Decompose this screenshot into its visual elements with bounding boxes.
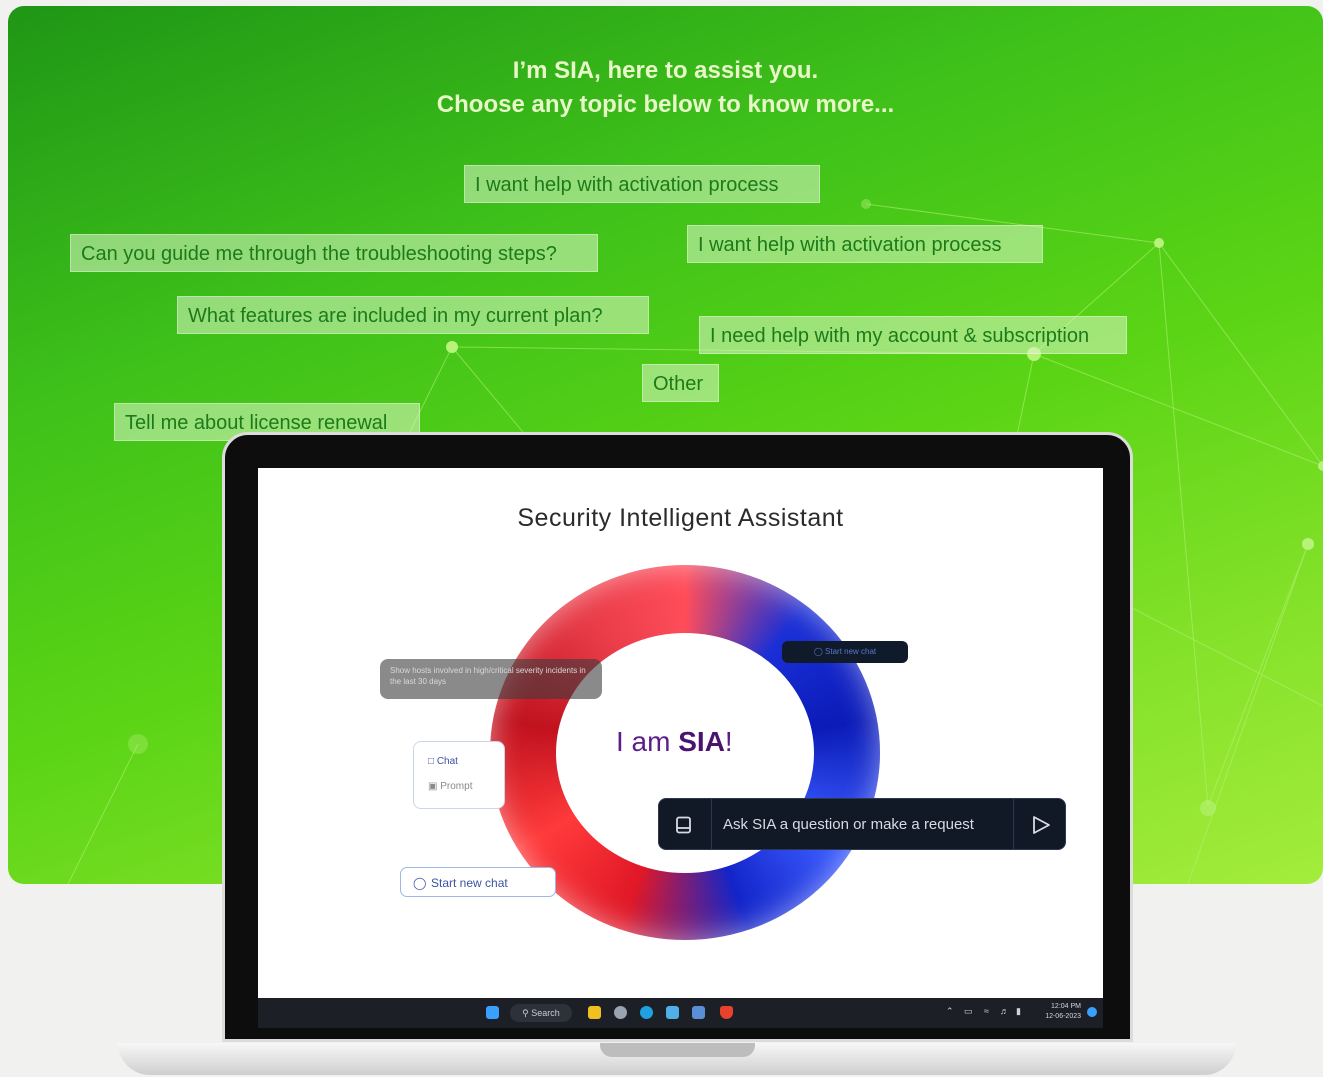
settings-icon[interactable]	[614, 1006, 627, 1019]
hero-title-line1: I’m SIA, here to assist you.	[512, 57, 819, 84]
volume-icon[interactable]: ♬	[1000, 1006, 1009, 1016]
divider	[1013, 799, 1014, 849]
taskbar-clock[interactable]: 12:04 PM 12-06-2023	[1045, 1002, 1081, 1022]
ask-input-placeholder[interactable]: Ask SIA a question or make a request	[723, 799, 974, 851]
side-item-prompt[interactable]: ▣ Prompt	[428, 781, 472, 792]
clock-time: 12:04 PM	[1051, 1003, 1081, 1010]
windows-start-icon[interactable]	[486, 1006, 499, 1019]
windows-taskbar: ⚲ Search ⌃ ▭ ≈ ♬ ▮ 12:04 PM 12-06-2023	[258, 998, 1103, 1028]
greeting-suffix: !	[724, 726, 733, 757]
tray-display-icon[interactable]: ▭	[964, 1006, 973, 1017]
tray-chevron-icon[interactable]: ⌃	[946, 1006, 954, 1017]
laptop-screen: Security Intelligent Assistant Show host…	[258, 468, 1103, 1028]
sia-greeting: I am SIA!	[616, 726, 733, 758]
topic-chip-account-subscription[interactable]: I need help with my account & subscripti…	[699, 316, 1127, 354]
prompt-icon: ▣	[428, 781, 438, 792]
brave-browser-icon[interactable]	[720, 1006, 733, 1019]
clock-date: 12-06-2023	[1045, 1013, 1081, 1020]
hero-title-line2: Choose any topic below to know more...	[436, 91, 895, 118]
start-new-chat-label: Start new chat	[431, 876, 508, 890]
laptop-notch	[600, 1043, 755, 1057]
taskbar-search[interactable]: ⚲ Search	[510, 1004, 572, 1022]
chat-bubble-icon: ◯	[813, 647, 823, 656]
topic-chip-activation-2[interactable]: I want help with activation process	[687, 225, 1043, 263]
file-explorer-icon[interactable]	[588, 1006, 601, 1019]
topic-chip-troubleshooting[interactable]: Can you guide me through the troubleshoo…	[70, 234, 598, 272]
search-icon: ⚲	[522, 1008, 529, 1018]
topic-chip-plan-features[interactable]: What features are included in my current…	[177, 296, 649, 334]
edge-browser-icon[interactable]	[640, 1006, 653, 1019]
topic-chip-other[interactable]: Other	[642, 364, 719, 402]
send-icon[interactable]	[1031, 815, 1051, 835]
greeting-prefix: I am	[616, 726, 679, 757]
taskbar-search-label: Search	[531, 1008, 560, 1018]
divider	[711, 799, 712, 849]
notification-icon[interactable]	[1087, 1007, 1097, 1017]
chat-bubble-icon: ◯	[413, 876, 427, 890]
wifi-icon[interactable]: ≈	[984, 1006, 989, 1016]
mail-icon[interactable]	[692, 1006, 705, 1019]
store-icon[interactable]	[666, 1006, 679, 1019]
side-item-chat[interactable]: □ Chat	[428, 756, 458, 767]
start-new-chat-button[interactable]: ◯ Start new chat	[400, 867, 556, 897]
chat-icon: □	[428, 756, 435, 767]
greeting-name: SIA	[678, 726, 725, 757]
notepad-icon[interactable]	[675, 816, 693, 834]
start-new-chat-pill-label: Start new chat	[825, 647, 877, 656]
topic-chip-activation[interactable]: I want help with activation process	[464, 165, 820, 203]
start-new-chat-pill[interactable]: ◯ Start new chat	[782, 641, 908, 663]
side-menu: □ Chat ▣ Prompt	[413, 741, 505, 809]
side-item-prompt-label: Prompt	[440, 781, 473, 792]
side-item-chat-label: Chat	[436, 756, 458, 767]
battery-icon[interactable]: ▮	[1016, 1006, 1021, 1017]
screen-title: Security Intelligent Assistant	[517, 504, 844, 532]
sample-query-bubble: Show hosts involved in high/critical sev…	[380, 659, 602, 699]
ask-input-bar[interactable]: Ask SIA a question or make a request	[658, 798, 1066, 850]
